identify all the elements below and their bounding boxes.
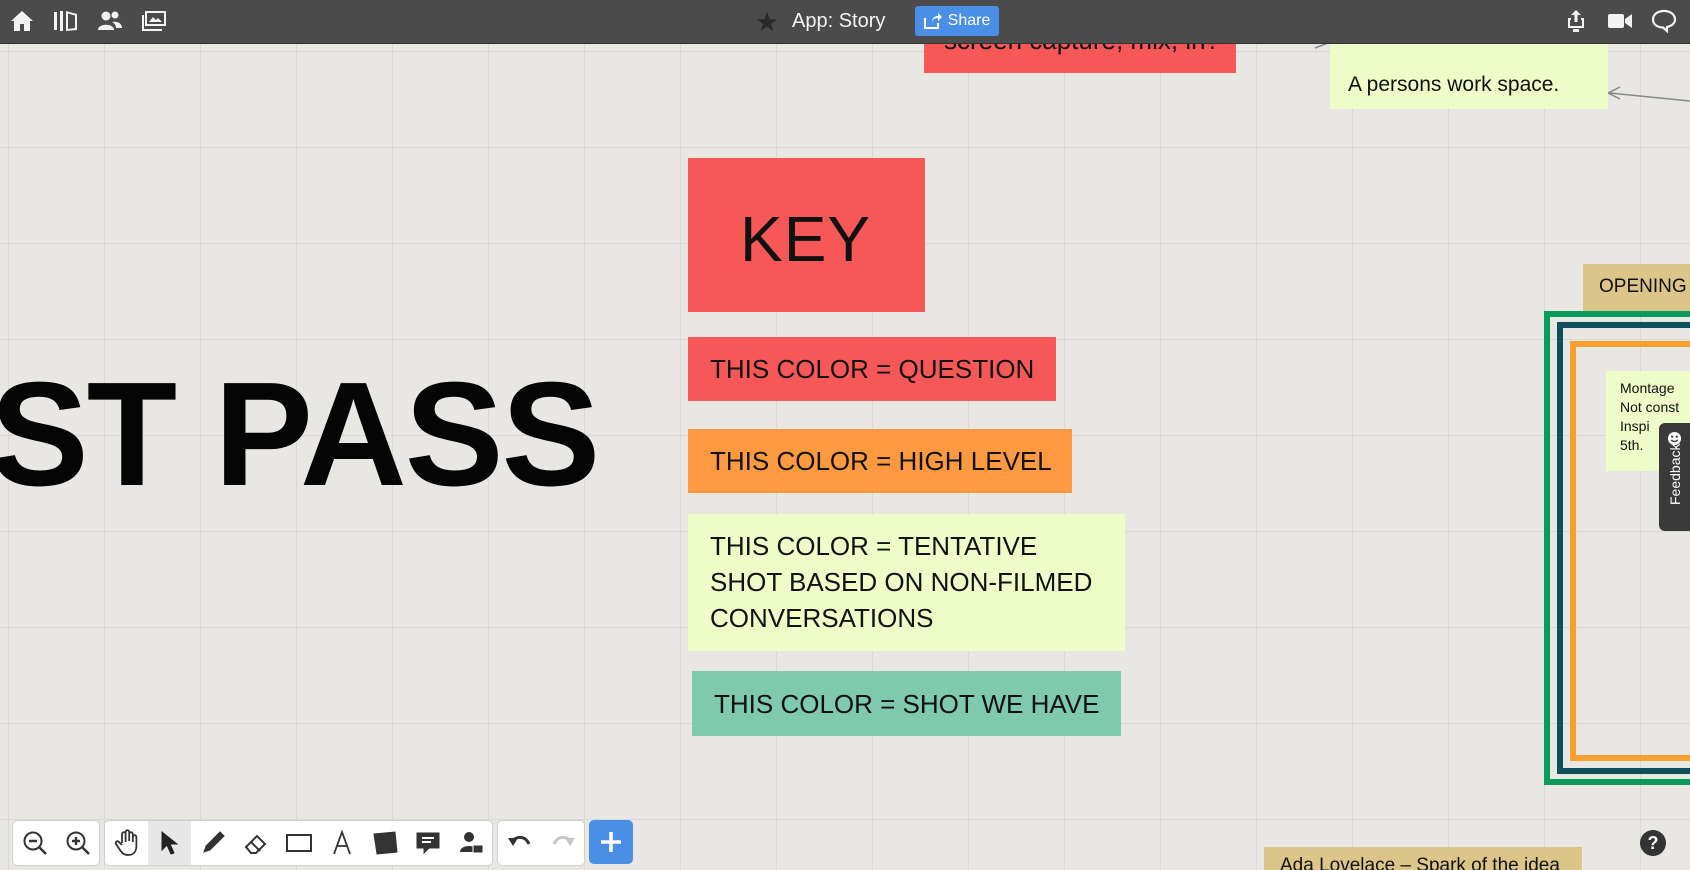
pan-tool-button[interactable] [105,821,148,865]
cursor-icon [161,830,178,855]
chat-icon[interactable] [1650,8,1678,34]
zoom-out-button[interactable] [13,821,56,865]
home-icon[interactable] [8,8,36,34]
note-text: A persons work space. [1348,73,1560,96]
legend-high-level[interactable]: THIS COLOR = HIGH LEVEL [688,429,1072,493]
legend-line: CONVERSATIONS [710,603,934,633]
sticky-note-tool-button[interactable] [363,821,406,865]
legend-line: THIS COLOR = TENTATIVE [710,531,1038,561]
eraser-icon [244,834,266,854]
user-card-icon [459,832,483,854]
note-text: OPENING [1599,276,1687,297]
text-tool-button[interactable] [320,821,363,865]
share-icon [923,13,942,29]
redo-button[interactable] [541,821,584,865]
library-icon[interactable] [52,8,80,34]
zoom-in-icon [66,831,90,855]
note-text: Ada Lovelace – Spark of the idea [1280,855,1560,870]
note-line: Montage [1620,380,1675,396]
gallery-icon[interactable] [140,8,168,34]
note-text: screen capture, mix, in? [944,43,1220,56]
rectangle-icon [285,834,312,852]
key-label: KEY [740,203,872,275]
legend-label: THIS COLOR = QUESTION [710,354,1035,384]
users-icon[interactable] [96,8,124,34]
sticky-note-icon [372,831,398,855]
legend-tentative[interactable]: THIS COLOR = TENTATIVE SHOT BASED ON NON… [688,514,1125,651]
legend-line: SHOT BASED ON NON-FILMED [710,567,1093,597]
rectangle-tool-button[interactable] [277,821,320,865]
note-ada-lovelace[interactable]: Ada Lovelace – Spark of the idea [1264,847,1582,870]
user-card-tool-button[interactable] [449,821,492,865]
star-icon[interactable] [756,11,778,33]
select-tool-button[interactable] [148,821,191,865]
comment-tool-button[interactable] [406,821,449,865]
zoom-group [12,820,100,866]
comment-icon [416,832,439,855]
zoom-out-icon [23,831,47,855]
zoom-in-button[interactable] [56,821,99,865]
legend-label: THIS COLOR = SHOT WE HAVE [714,689,1100,719]
share-label: Share [947,12,991,29]
note-opening[interactable]: OPENING [1583,264,1690,311]
undo-button[interactable] [498,821,541,865]
pen-icon [202,831,225,853]
undo-icon [507,835,530,846]
tools-group [104,820,493,866]
export-icon[interactable] [1562,8,1590,34]
note-key[interactable]: KEY [688,158,925,312]
board-title-group: App: Story [756,0,885,43]
legend-shot-we-have[interactable]: THIS COLOR = SHOT WE HAVE [692,671,1121,736]
legend-label: THIS COLOR = HIGH LEVEL [710,446,1052,476]
note-line: Not const [1620,399,1680,415]
feedback-tab[interactable]: Feedback [1659,423,1690,531]
bottom-toolbar [12,820,633,866]
legend-question[interactable]: THIS COLOR = QUESTION [688,337,1056,401]
legend-label: THIS COLOR = TENTATIVE SHOT BASED ON NON… [688,514,1125,636]
text-icon [332,830,351,855]
pen-tool-button[interactable] [191,821,234,865]
share-button[interactable]: Share [915,6,999,36]
board-canvas[interactable]: screen capture, mix, in? A persons work … [0,43,1690,870]
redo-icon [552,835,575,846]
board-heading: ST PASS [0,352,600,517]
note-question-screen-capture[interactable]: screen capture, mix, in? [924,43,1236,73]
hand-icon [114,829,137,856]
plus-icon [601,832,621,852]
history-group [497,820,585,866]
board-title: App: Story [792,10,886,32]
help-button[interactable]: ? [1640,830,1666,856]
add-button[interactable] [589,820,633,864]
top-bar: App: Story Share [0,0,1690,44]
feedback-label: Feedback [1667,443,1683,505]
eraser-tool-button[interactable] [234,821,277,865]
video-call-icon[interactable] [1606,8,1634,34]
note-work-space[interactable]: A persons work space. [1330,43,1608,109]
